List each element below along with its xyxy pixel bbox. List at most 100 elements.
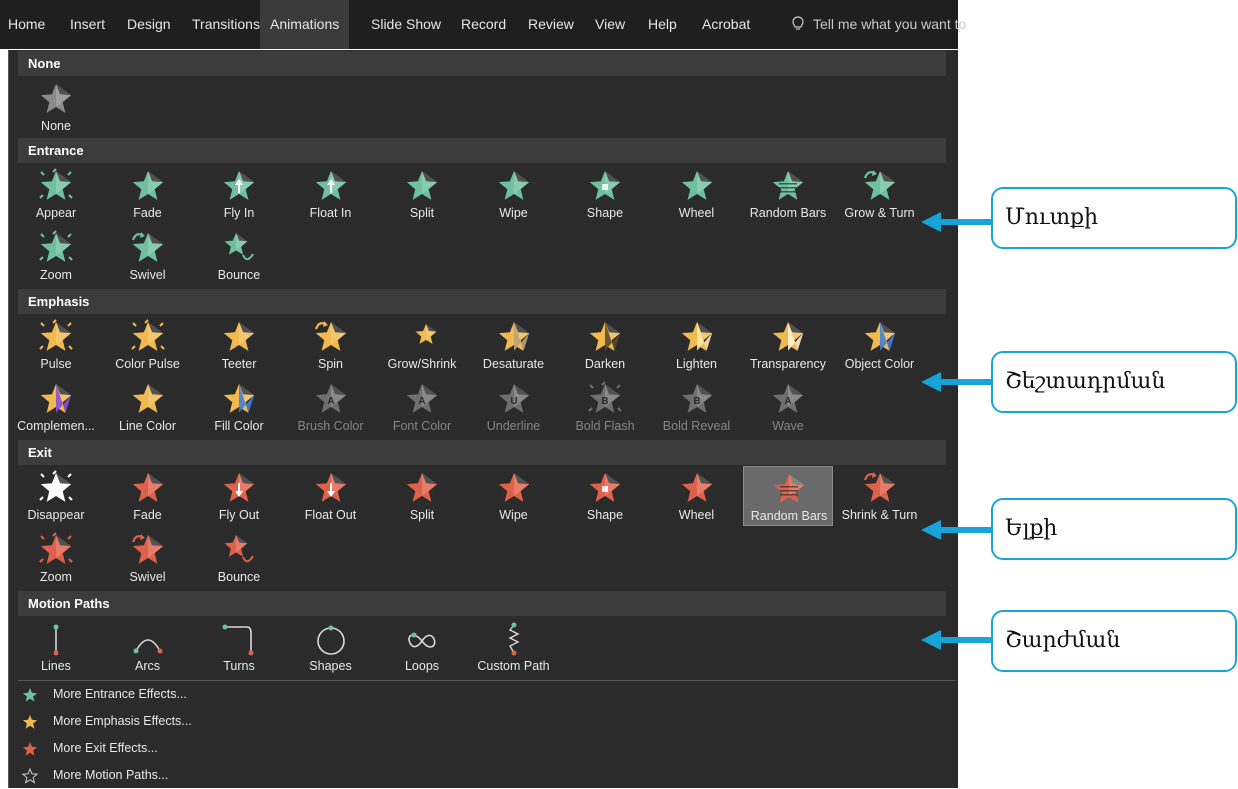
exit-effect-split[interactable]: Split (377, 466, 467, 526)
exit-fade-icon (132, 473, 163, 502)
motion-effect-arcs[interactable]: Arcs (103, 617, 193, 677)
bounce-icon (224, 233, 254, 261)
effect-label: Arcs (135, 659, 160, 673)
exit-effect-wipe[interactable]: Wipe (469, 466, 559, 526)
tab-record[interactable]: Record (461, 0, 506, 49)
spin-icon (314, 321, 346, 351)
turns-path-icon (222, 624, 254, 656)
emphasis-effect-font-color[interactable]: A Font Color (377, 377, 467, 437)
section-header-entrance: Entrance (18, 138, 946, 163)
emphasis-effect-line-color[interactable]: Line Color (103, 377, 193, 437)
effect-label: Teeter (221, 357, 257, 371)
emphasis-effect-lighten[interactable]: Lighten (652, 315, 742, 375)
tab-slide-show[interactable]: Slide Show (371, 0, 441, 49)
transparency-icon (772, 322, 804, 351)
exit-effect-random-bars[interactable]: Random Bars (743, 466, 833, 526)
exit-effect-fade[interactable]: Fade (103, 466, 193, 526)
exit-effect-wheel[interactable]: Wheel (652, 466, 742, 526)
callout-entrance: Մուտքի (991, 187, 1237, 249)
tab-animations[interactable]: Animations (260, 0, 350, 49)
tab-acrobat[interactable]: Acrobat (702, 0, 750, 49)
emphasis-effect-complemen[interactable]: Complemen... (11, 377, 101, 437)
callout-emphasis: Շեշտադրման (991, 351, 1237, 413)
entrance-effect-bounce[interactable]: Bounce (194, 226, 284, 286)
entrance-effect-fly-in[interactable]: Fly In (194, 164, 284, 224)
tab-design[interactable]: Design (127, 0, 171, 49)
exit-effect-swivel[interactable]: Swivel (103, 528, 193, 588)
svg-text:A: A (418, 396, 425, 407)
emphasis-effect-pulse[interactable]: Pulse (11, 315, 101, 375)
emphasis-effect-grow-shrink[interactable]: Grow/Shrink (377, 315, 467, 375)
arrow-exit-icon (921, 520, 991, 540)
emphasis-effect-color-pulse[interactable]: Color Pulse (103, 315, 193, 375)
effect-label: Shape (586, 206, 624, 220)
motion-effect-loops[interactable]: Loops (377, 617, 467, 677)
lightbulb-icon (792, 16, 804, 30)
emphasis-effect-spin[interactable]: Spin (286, 315, 376, 375)
entrance-effect-shape[interactable]: Shape (560, 164, 650, 224)
motion-effect-custom-path[interactable]: Custom Path (469, 617, 559, 677)
svg-text:B: B (601, 396, 608, 407)
wave-icon: A (772, 384, 804, 413)
emphasis-effect-object-color[interactable]: Object Color (835, 315, 925, 375)
exit-effect-shrink-turn[interactable]: Shrink & Turn (835, 466, 925, 526)
emphasis-effect-darken[interactable]: Darken (560, 315, 650, 375)
exit-effect-zoom[interactable]: Zoom (11, 528, 101, 588)
effect-label: Lines (41, 659, 71, 673)
emphasis-effect-bold-flash[interactable]: B Bold Flash (560, 377, 650, 437)
brush-color-icon: A (315, 384, 346, 413)
effect-label: Wheel (678, 508, 715, 522)
emphasis-effect-desaturate[interactable]: Desaturate (469, 315, 559, 375)
exit-effect-disappear[interactable]: Disappear (11, 466, 101, 526)
lighten-icon (681, 322, 712, 351)
exit-effect-float-out[interactable]: Float Out (286, 466, 376, 526)
entrance-effect-zoom[interactable]: Zoom (11, 226, 101, 286)
tab-transitions[interactable]: Transitions (192, 0, 260, 49)
more-link-more-emphasis-effects[interactable]: More Emphasis Effects... (18, 709, 318, 735)
motion-effect-turns[interactable]: Turns (194, 617, 284, 677)
random-bars-icon (772, 171, 804, 200)
more-link-more-entrance-effects[interactable]: More Entrance Effects... (18, 682, 318, 708)
arrow-entrance-icon (921, 212, 991, 232)
entrance-effect-float-in[interactable]: Float In (286, 164, 376, 224)
desaturate-icon (498, 322, 529, 351)
tell-me-search[interactable]: Tell me what you want to (813, 0, 966, 49)
emphasis-effect-bold-reveal[interactable]: B Bold Reveal (652, 377, 742, 437)
callout-exit: Ելքի (991, 498, 1237, 560)
entrance-effect-random-bars[interactable]: Random Bars (743, 164, 833, 224)
entrance-effect-swivel[interactable]: Swivel (103, 226, 193, 286)
more-link-more-motion-paths[interactable]: More Motion Paths... (18, 763, 318, 789)
motion-effect-shapes[interactable]: Shapes (286, 617, 376, 677)
pulse-icon (39, 319, 73, 351)
tab-home[interactable]: Home (8, 0, 45, 49)
none-effect-none[interactable]: None (11, 77, 101, 137)
tab-help[interactable]: Help (648, 0, 677, 49)
bold-flash-icon: B (588, 381, 622, 413)
emphasis-effect-fill-color[interactable]: Fill Color (194, 377, 284, 437)
entrance-effect-wheel[interactable]: Wheel (652, 164, 742, 224)
entrance-effect-wipe[interactable]: Wipe (469, 164, 559, 224)
emphasis-effect-wave[interactable]: A Wave (743, 377, 833, 437)
entrance-effect-appear[interactable]: Appear (11, 164, 101, 224)
exit-effect-bounce[interactable]: Bounce (194, 528, 284, 588)
entrance-effect-grow-turn[interactable]: Grow & Turn (835, 164, 925, 224)
emphasis-effect-teeter[interactable]: Teeter (194, 315, 284, 375)
emphasis-effect-transparency[interactable]: Transparency (743, 315, 833, 375)
entrance-effect-fade[interactable]: Fade (103, 164, 193, 224)
emphasis-effect-underline[interactable]: U Underline (469, 377, 559, 437)
tab-insert[interactable]: Insert (70, 0, 105, 49)
emphasis-star-icon (22, 715, 38, 729)
more-link-more-exit-effects[interactable]: More Exit Effects... (18, 736, 318, 762)
more-link-label: More Motion Paths... (53, 768, 169, 782)
exit-effect-shape[interactable]: Shape (560, 466, 650, 526)
ribbon-tab-bar: Home Insert Design Transitions Animations Sli… (0, 0, 966, 49)
font-color-icon: A (406, 384, 438, 413)
exit-effect-fly-out[interactable]: Fly Out (194, 466, 284, 526)
effect-label: None (41, 119, 71, 133)
entrance-effect-split[interactable]: Split (377, 164, 467, 224)
emphasis-effect-brush-color[interactable]: A Brush Color (286, 377, 376, 437)
tab-review[interactable]: Review (528, 0, 574, 49)
motion-effect-lines[interactable]: Lines (11, 617, 101, 677)
tab-view[interactable]: View (595, 0, 625, 49)
effect-label: Random Bars (750, 509, 828, 523)
